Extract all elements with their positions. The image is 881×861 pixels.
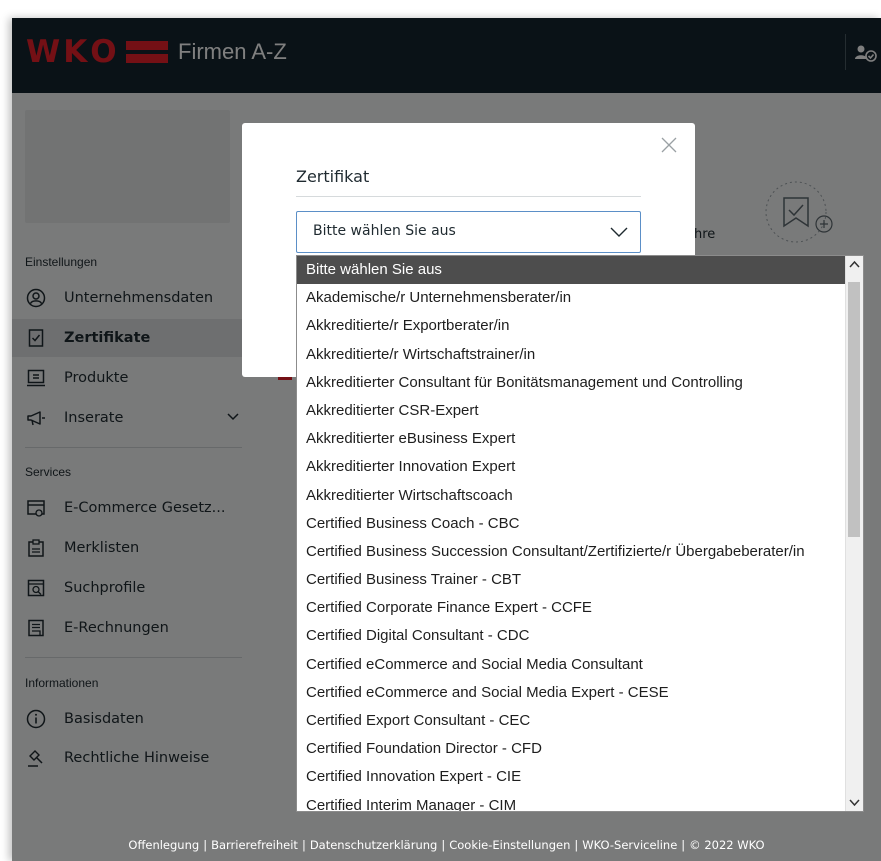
- dropdown-option[interactable]: Certified Interim Manager - CIM: [297, 792, 863, 811]
- dropdown-option[interactable]: Akkreditierter Wirtschaftscoach: [297, 482, 863, 510]
- certificate-dropdown-list[interactable]: Bitte wählen Sie aus Akademische/r Untern…: [296, 255, 864, 812]
- select-value: Bitte wählen Sie aus: [313, 223, 456, 239]
- modal-divider: [296, 196, 641, 197]
- dropdown-option[interactable]: Certified Export Consultant - CEC: [297, 707, 863, 735]
- dropdown-option[interactable]: Certified Business Coach - CBC: [297, 510, 863, 538]
- dropdown-option[interactable]: Certified eCommerce and Social Media Exp…: [297, 679, 863, 707]
- dropdown-options: Bitte wählen Sie aus Akademische/r Untern…: [297, 256, 863, 811]
- footer-link-barrierefreiheit[interactable]: Barrierefreiheit: [211, 838, 298, 852]
- app-window: W K O Firmen A-Z Einstellungen Unternehm…: [12, 18, 881, 861]
- dropdown-option[interactable]: Certified Business Trainer - CBT: [297, 566, 863, 594]
- footer-link-cookie-einstellungen[interactable]: Cookie-Einstellungen: [449, 838, 570, 852]
- dropdown-option[interactable]: Akkreditierte/r Exportberater/in: [297, 312, 863, 340]
- dropdown-option[interactable]: Certified eCommerce and Social Media Con…: [297, 651, 863, 679]
- scrollbar-thumb[interactable]: [848, 282, 860, 537]
- dropdown-option[interactable]: Certified Business Succession Consultant…: [297, 538, 863, 566]
- dropdown-option[interactable]: Akkreditierte/r Wirtschaftstrainer/in: [297, 341, 863, 369]
- scroll-down-icon[interactable]: [846, 794, 863, 811]
- certificate-select[interactable]: Bitte wählen Sie aus: [296, 211, 641, 253]
- dropdown-scrollbar[interactable]: [845, 256, 863, 811]
- close-icon[interactable]: [659, 135, 679, 155]
- dropdown-option[interactable]: Akkreditierter eBusiness Expert: [297, 425, 863, 453]
- modal-title: Zertifikat: [296, 167, 370, 186]
- dropdown-option[interactable]: Akkreditierter CSR-Expert: [297, 397, 863, 425]
- footer-copyright: © 2022 WKO: [689, 838, 765, 852]
- dropdown-option[interactable]: Certified Foundation Director - CFD: [297, 735, 863, 763]
- dropdown-option[interactable]: Bitte wählen Sie aus: [297, 256, 863, 285]
- dropdown-option[interactable]: Certified Innovation Expert - CIE: [297, 763, 863, 791]
- footer-link-datenschutz[interactable]: Datenschutzerklärung: [310, 838, 438, 852]
- dropdown-option[interactable]: Akademische/r Unternehmensberater/in: [297, 284, 863, 312]
- scroll-up-icon[interactable]: [846, 256, 863, 273]
- footer: Offenlegung | Barrierefreiheit | Datenschutz…: [128, 838, 765, 852]
- dropdown-option[interactable]: Akkreditierter Consultant für Bonitätsma…: [297, 369, 863, 397]
- footer-link-offenlegung[interactable]: Offenlegung: [128, 838, 199, 852]
- footer-link-serviceline[interactable]: WKO-Serviceline: [582, 838, 677, 852]
- dropdown-option[interactable]: Certified Corporate Finance Expert - CCF…: [297, 594, 863, 622]
- dropdown-option[interactable]: Certified Digital Consultant - CDC: [297, 622, 863, 650]
- dropdown-option[interactable]: Akkreditierter Innovation Expert: [297, 453, 863, 481]
- chevron-down-icon: [610, 227, 628, 237]
